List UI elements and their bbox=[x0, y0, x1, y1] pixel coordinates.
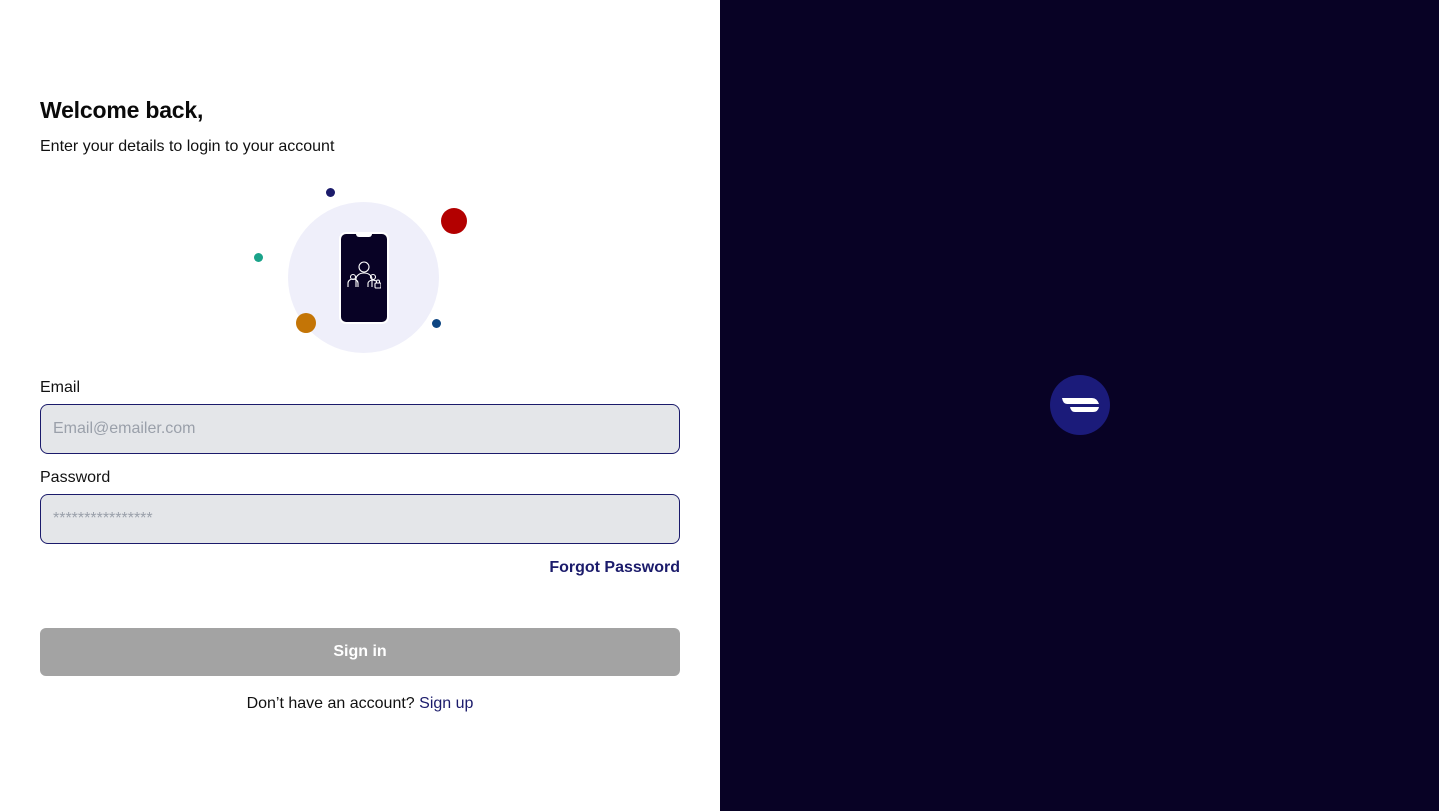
decor-dot-blue bbox=[432, 319, 441, 328]
signup-row: Don’t have an account? Sign up bbox=[0, 695, 720, 713]
password-label: Password bbox=[40, 469, 111, 486]
password-input[interactable] bbox=[40, 494, 680, 544]
signup-prompt: Don’t have an account? bbox=[246, 695, 415, 712]
decor-dot-navy bbox=[326, 188, 335, 197]
login-illustration bbox=[250, 183, 470, 355]
email-input[interactable] bbox=[40, 404, 680, 454]
brand-logo-icon bbox=[1050, 375, 1110, 435]
email-label: Email bbox=[40, 379, 81, 396]
decor-dot-red bbox=[441, 208, 467, 234]
login-panel: Welcome back, Enter your details to logi… bbox=[0, 0, 720, 811]
logo-mark bbox=[1062, 398, 1099, 412]
sign-in-button[interactable]: Sign in bbox=[40, 628, 680, 676]
brand-panel bbox=[720, 0, 1439, 811]
page-title: Welcome back, bbox=[40, 97, 204, 123]
decor-dot-green bbox=[254, 253, 263, 262]
users-icon bbox=[347, 261, 381, 289]
phone-icon bbox=[339, 232, 389, 324]
decor-dot-orange bbox=[296, 313, 316, 333]
phone-screen bbox=[341, 234, 387, 322]
phone-notch bbox=[356, 234, 372, 237]
forgot-password-link[interactable]: Forgot Password bbox=[549, 559, 680, 577]
page-subtitle: Enter your details to login to your acco… bbox=[40, 138, 335, 155]
sign-up-link[interactable]: Sign up bbox=[419, 695, 473, 712]
